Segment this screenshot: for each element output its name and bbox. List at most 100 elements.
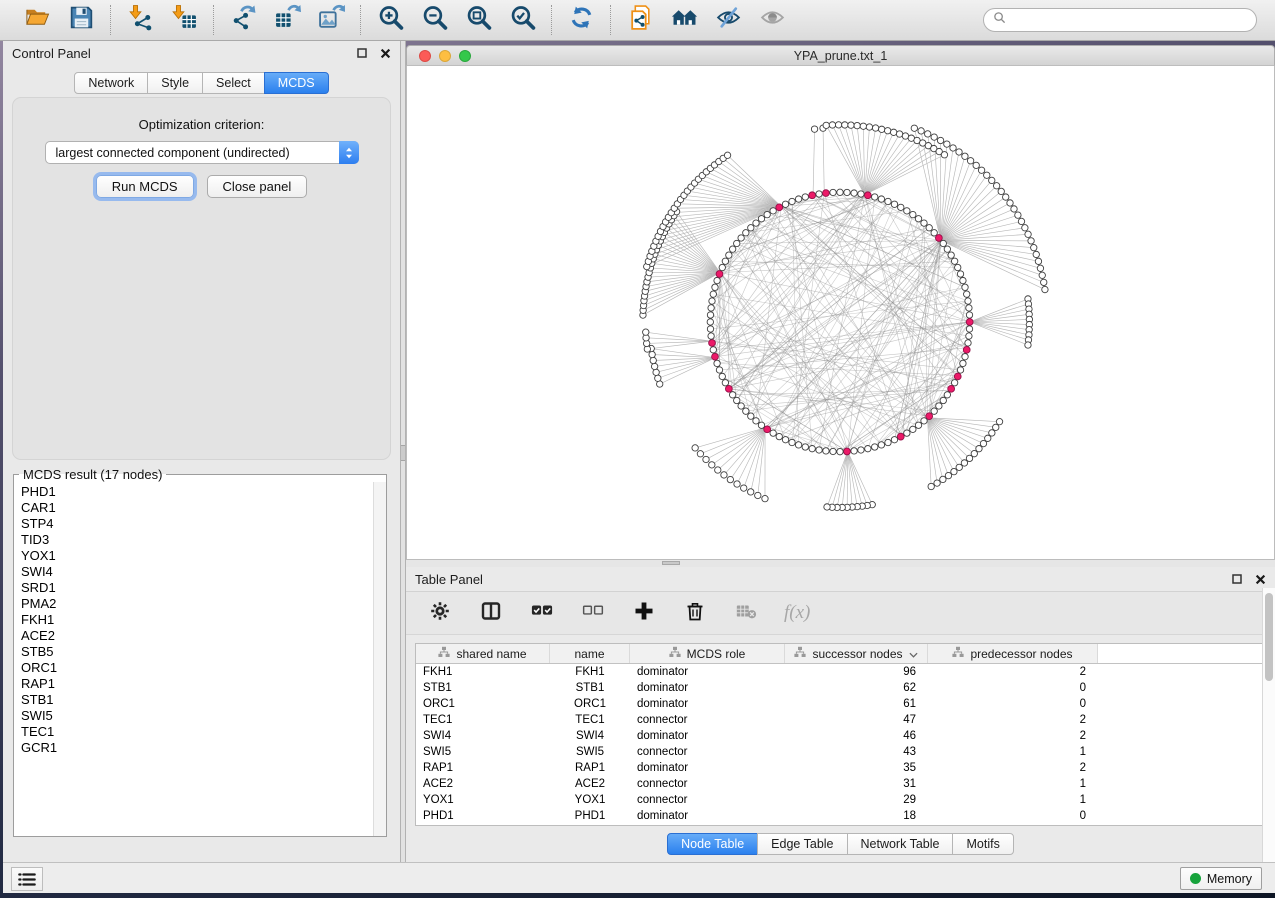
delete-row-button[interactable] <box>682 600 708 626</box>
cell-mcds_role[interactable]: dominator <box>630 664 785 680</box>
add-row-button[interactable] <box>631 600 657 626</box>
tab-edge-table[interactable]: Edge Table <box>757 833 847 855</box>
cell-successor_nodes[interactable]: 31 <box>785 776 928 792</box>
column-header-shared-name[interactable]: shared name <box>416 644 550 663</box>
cell-successor_nodes[interactable]: 61 <box>785 696 928 712</box>
cell-name[interactable]: FKH1 <box>550 664 630 680</box>
cell-successor_nodes[interactable]: 43 <box>785 744 928 760</box>
run-mcds-button[interactable]: Run MCDS <box>96 175 194 198</box>
table-row[interactable]: SWI5SWI5connector431 <box>416 744 1265 760</box>
hide-selected-button[interactable] <box>712 4 744 36</box>
cell-shared_name[interactable]: SWI5 <box>416 744 550 760</box>
cell-mcds_role[interactable]: dominator <box>630 728 785 744</box>
mcds-result-item[interactable]: PMA2 <box>21 596 373 612</box>
cell-predecessor_nodes[interactable]: 2 <box>928 760 1098 776</box>
tab-motifs[interactable]: Motifs <box>952 833 1013 855</box>
cell-mcds_role[interactable]: connector <box>630 712 785 728</box>
horizontal-splitter-grip[interactable] <box>662 561 680 565</box>
cell-successor_nodes[interactable]: 96 <box>785 664 928 680</box>
cell-predecessor_nodes[interactable]: 1 <box>928 776 1098 792</box>
criterion-select[interactable]: largest connected component (undirected) <box>45 141 359 164</box>
cell-name[interactable]: SWI4 <box>550 728 630 744</box>
export-image-button[interactable] <box>315 4 347 36</box>
float-icon[interactable] <box>1231 573 1243 585</box>
cell-shared_name[interactable]: ACE2 <box>416 776 550 792</box>
cell-shared_name[interactable]: ORC1 <box>416 696 550 712</box>
vertical-splitter-grip[interactable] <box>401 445 405 461</box>
show-columns-button[interactable] <box>478 600 504 626</box>
export-network-button[interactable] <box>227 4 259 36</box>
table-row[interactable]: ORC1ORC1dominator610 <box>416 696 1265 712</box>
cell-predecessor_nodes[interactable]: 0 <box>928 808 1098 824</box>
tab-mcds[interactable]: MCDS <box>264 72 329 94</box>
table-row[interactable]: ACE2ACE2connector311 <box>416 776 1265 792</box>
mcds-result-item[interactable]: RAP1 <box>21 676 373 692</box>
table-scrollbar[interactable] <box>1262 588 1275 862</box>
search-input[interactable] <box>1011 12 1247 28</box>
table-row[interactable]: YOX1YOX1connector291 <box>416 792 1265 808</box>
tab-network-table[interactable]: Network Table <box>847 833 954 855</box>
cell-shared_name[interactable]: YOX1 <box>416 792 550 808</box>
select-all-rows-button[interactable] <box>529 600 555 626</box>
tab-node-table[interactable]: Node Table <box>667 833 758 855</box>
zoom-selected-button[interactable] <box>506 4 538 36</box>
import-table-button[interactable] <box>168 4 200 36</box>
mcds-result-item[interactable]: ACE2 <box>21 628 373 644</box>
mcds-result-item[interactable]: TEC1 <box>21 724 373 740</box>
table-row[interactable]: TEC1TEC1connector472 <box>416 712 1265 728</box>
cell-mcds_role[interactable]: connector <box>630 776 785 792</box>
cell-predecessor_nodes[interactable]: 1 <box>928 792 1098 808</box>
refresh-layout-button[interactable] <box>565 4 597 36</box>
tab-style[interactable]: Style <box>147 72 203 94</box>
mcds-result-item[interactable]: STB5 <box>21 644 373 660</box>
cell-name[interactable]: RAP1 <box>550 760 630 776</box>
cell-successor_nodes[interactable]: 47 <box>785 712 928 728</box>
column-header-successor-nodes[interactable]: successor nodes <box>785 644 928 663</box>
cell-predecessor_nodes[interactable]: 2 <box>928 664 1098 680</box>
mcds-result-item[interactable]: CAR1 <box>21 500 373 516</box>
cell-mcds_role[interactable]: connector <box>630 744 785 760</box>
cell-successor_nodes[interactable]: 62 <box>785 680 928 696</box>
mcds-result-scrollbar[interactable] <box>373 482 386 836</box>
float-icon[interactable] <box>356 47 368 59</box>
cell-shared_name[interactable]: PHD1 <box>416 808 550 824</box>
table-row[interactable]: PHD1PHD1dominator180 <box>416 808 1265 824</box>
memory-button[interactable]: Memory <box>1180 867 1262 890</box>
table-row[interactable]: RAP1RAP1dominator352 <box>416 760 1265 776</box>
panel-list-button[interactable] <box>11 867 43 891</box>
cell-successor_nodes[interactable]: 46 <box>785 728 928 744</box>
table-row[interactable]: SWI4SWI4dominator462 <box>416 728 1265 744</box>
mcds-result-item[interactable]: YOX1 <box>21 548 373 564</box>
mcds-result-item[interactable]: ORC1 <box>21 660 373 676</box>
cell-name[interactable]: ORC1 <box>550 696 630 712</box>
tab-network[interactable]: Network <box>74 72 148 94</box>
column-header-predecessor-nodes[interactable]: predecessor nodes <box>928 644 1098 663</box>
table-row[interactable]: FKH1FKH1dominator962 <box>416 664 1265 680</box>
network-canvas[interactable] <box>407 66 1274 559</box>
table-scrollbar-thumb[interactable] <box>1265 593 1273 681</box>
cell-successor_nodes[interactable]: 29 <box>785 792 928 808</box>
tab-select[interactable]: Select <box>202 72 265 94</box>
import-network-button[interactable] <box>124 4 156 36</box>
mcds-result-item[interactable]: STB1 <box>21 692 373 708</box>
mcds-result-item[interactable]: STP4 <box>21 516 373 532</box>
table-options-button[interactable] <box>427 600 453 626</box>
horizontal-splitter[interactable] <box>406 560 1275 567</box>
zoom-fit-button[interactable] <box>462 4 494 36</box>
cell-predecessor_nodes[interactable]: 0 <box>928 696 1098 712</box>
cell-name[interactable]: SWI5 <box>550 744 630 760</box>
mcds-result-item[interactable]: SWI4 <box>21 564 373 580</box>
cell-shared_name[interactable]: FKH1 <box>416 664 550 680</box>
clone-network-button[interactable] <box>624 4 656 36</box>
mcds-result-item[interactable]: SRD1 <box>21 580 373 596</box>
table-row[interactable]: STB1STB1dominator620 <box>416 680 1265 696</box>
cell-mcds_role[interactable]: dominator <box>630 808 785 824</box>
cell-shared_name[interactable]: TEC1 <box>416 712 550 728</box>
mcds-result-item[interactable]: GCR1 <box>21 740 373 756</box>
open-folder-button[interactable] <box>21 4 53 36</box>
cell-mcds_role[interactable]: connector <box>630 792 785 808</box>
save-button[interactable] <box>65 4 97 36</box>
cell-name[interactable]: STB1 <box>550 680 630 696</box>
cell-shared_name[interactable]: RAP1 <box>416 760 550 776</box>
first-neighbors-button[interactable] <box>668 4 700 36</box>
